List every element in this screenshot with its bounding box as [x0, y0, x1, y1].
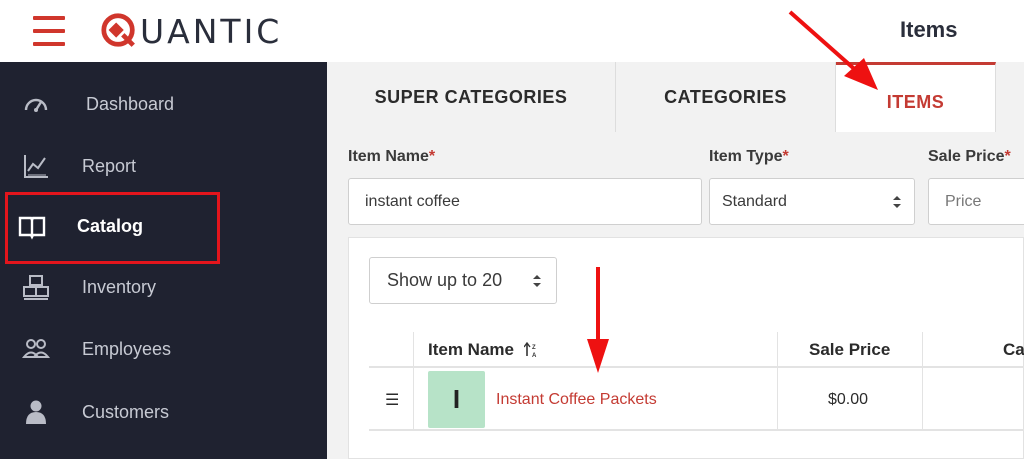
menu-icon[interactable] [33, 16, 65, 46]
main-content: SUPER CATEGORIES CATEGORIES ITEMS Item N… [327, 62, 1024, 459]
select-arrows-icon [893, 196, 901, 208]
logo-q-icon [101, 13, 135, 47]
select-arrows-icon [533, 275, 541, 287]
item-name-input[interactable]: instant coffee [348, 178, 702, 225]
sidebar-item-label: Customers [82, 401, 170, 422]
item-thumbnail: I [428, 371, 485, 428]
sidebar-item-label: Inventory [82, 276, 157, 297]
sidebar-item-dashboard[interactable]: Dashboard [0, 78, 327, 130]
item-type-label-text: Item Type [709, 148, 783, 165]
tab-items[interactable]: ITEMS [836, 62, 996, 132]
brand-name: UANTIC [140, 11, 283, 51]
svg-text:Z: Z [532, 345, 536, 351]
item-type-label: Item Type* [709, 148, 789, 166]
boxes-icon [23, 275, 49, 300]
page-title: Items [900, 17, 958, 42]
table-row[interactable]: ☰ I Instant Coffee Packets $0.00 [369, 369, 1024, 431]
item-name-label-text: Item Name [348, 148, 429, 165]
top-bar: UANTIC Items [0, 0, 1024, 62]
sidebar-item-report[interactable]: Report [0, 140, 327, 192]
svg-text:A: A [532, 353, 537, 358]
sidebar-item-inventory[interactable]: Inventory [0, 261, 327, 313]
item-name-text[interactable]: Instant Coffee Packets [496, 391, 657, 409]
column-header-category[interactable]: Ca [1003, 332, 1024, 368]
tab-bar: SUPER CATEGORIES CATEGORIES ITEMS [327, 62, 1024, 132]
brand-logo[interactable]: UANTIC [100, 11, 283, 51]
person-icon [26, 400, 46, 424]
sidebar-item-label: Report [82, 155, 137, 176]
item-type-value: Standard [722, 192, 787, 210]
items-list-panel: Show up to 20 Item Name Z A Sale Price C… [348, 237, 1024, 459]
drag-handle-icon[interactable]: ☰ [385, 369, 399, 431]
line-chart-icon [24, 155, 48, 178]
sidebar-item-label: Dashboard [86, 93, 175, 114]
item-name-label: Item Name* [348, 148, 435, 166]
tab-categories[interactable]: CATEGORIES [616, 62, 836, 132]
required-mark: * [1004, 148, 1011, 165]
item-form: Item Name* instant coffee Item Type* Sta… [327, 132, 1024, 237]
sale-price-label: Sale Price* [928, 148, 1011, 166]
required-mark: * [782, 148, 789, 165]
tab-super-categories[interactable]: SUPER CATEGORIES [327, 62, 616, 132]
table-header: Item Name Z A Sale Price Ca [369, 332, 1024, 368]
sidebar-item-employees[interactable]: Employees [0, 323, 327, 375]
item-name-link[interactable]: Instant Coffee Packets [496, 369, 657, 431]
sort-alpha-icon[interactable]: Z A [523, 342, 538, 358]
sale-price-label-text: Sale Price [928, 148, 1005, 165]
column-header-item-name[interactable]: Item Name Z A [428, 332, 538, 368]
group-icon [22, 339, 50, 358]
sidebar-item-customers[interactable]: Customers [0, 386, 327, 438]
item-type-select[interactable]: Standard [709, 178, 915, 225]
catalog-highlight-box [5, 192, 220, 264]
column-header-sale-price[interactable]: Sale Price [809, 332, 890, 368]
column-header-label: Item Name [428, 340, 514, 359]
page-size-select[interactable]: Show up to 20 [369, 257, 557, 304]
required-mark: * [428, 148, 436, 165]
gauge-icon [24, 98, 48, 112]
sidebar-item-label: Employees [82, 338, 172, 359]
page-size-value: Show up to 20 [387, 270, 503, 290]
sale-price-cell: $0.00 [828, 391, 869, 408]
sale-price-input[interactable]: Price [928, 178, 1024, 225]
